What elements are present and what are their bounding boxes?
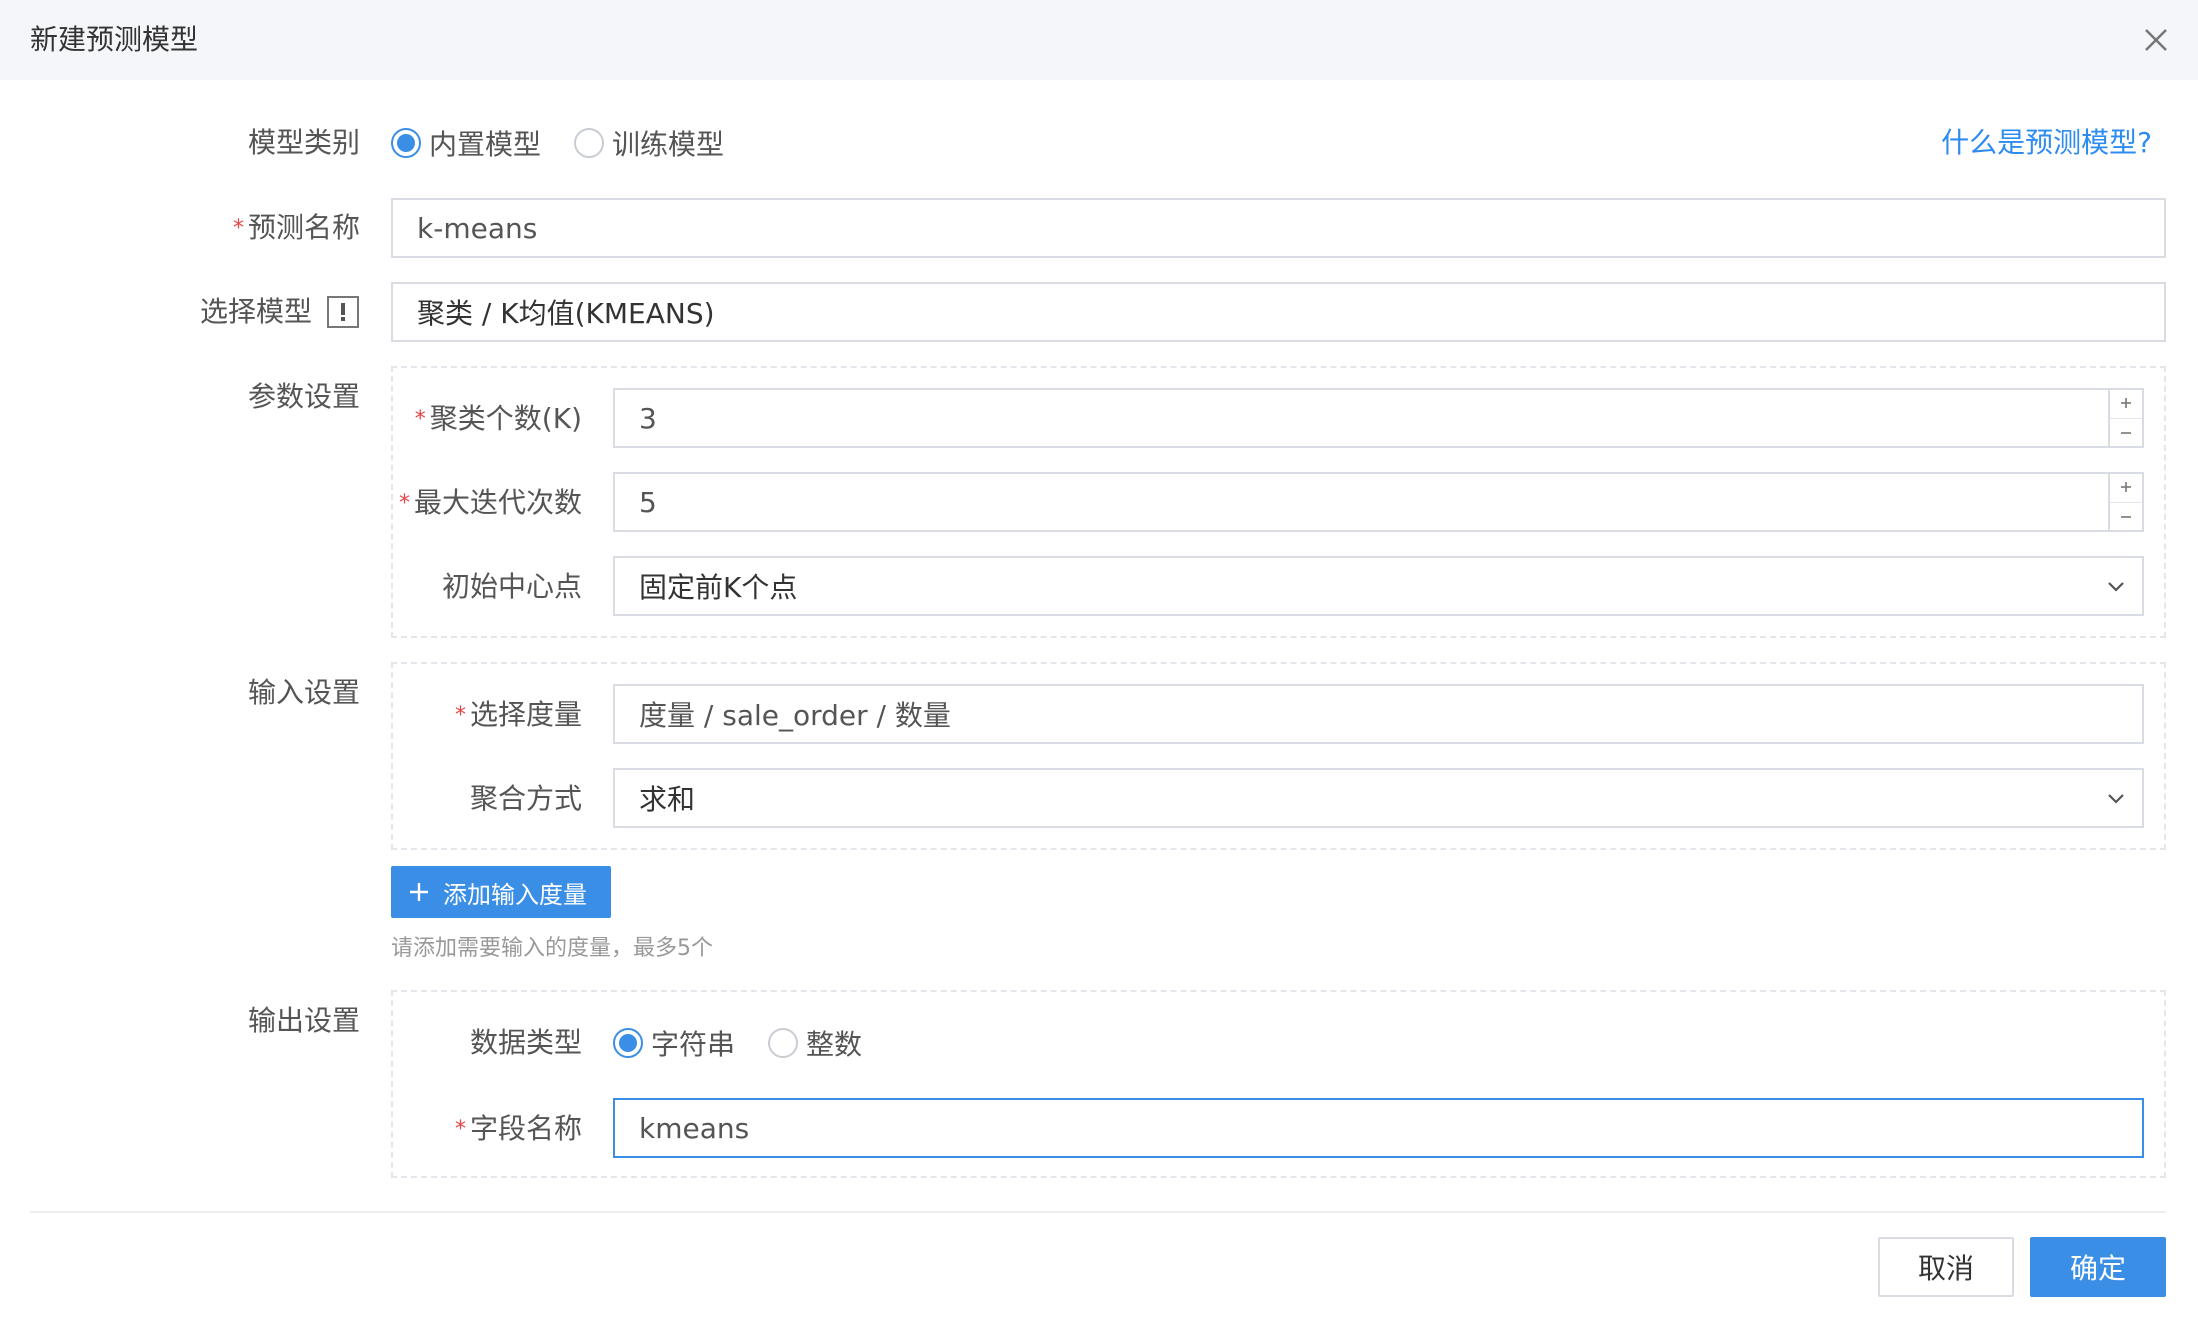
aggregation-label: 聚合方式 — [469, 782, 582, 815]
field-name-label-text: 字段名称 — [469, 1112, 582, 1145]
radio-integer[interactable]: 整数 — [768, 1023, 862, 1063]
minus-icon — [2121, 515, 2131, 518]
add-measure-hint: 请添加需要输入的度量，最多5个 — [391, 936, 713, 961]
increment-button[interactable] — [2110, 473, 2142, 503]
cluster-count-input[interactable]: 3 — [613, 388, 2144, 448]
decrement-button[interactable] — [2110, 419, 2142, 448]
plus-icon — [2121, 398, 2131, 409]
plus-icon — [410, 883, 428, 901]
radio-unchecked-icon — [768, 1028, 798, 1058]
add-input-measure-button[interactable]: 添加输入度量 — [391, 866, 611, 918]
max-iterations-label-text: 最大迭代次数 — [413, 486, 582, 519]
select-model-label: 选择模型 — [199, 295, 312, 328]
field-name-input[interactable]: kmeans — [613, 1098, 2144, 1158]
prediction-name-label-text: 预测名称 — [247, 211, 360, 244]
cluster-count-label-text: 聚类个数(K) — [429, 402, 582, 435]
model-type-label: 模型类别 — [247, 126, 360, 159]
minus-icon — [2121, 431, 2131, 434]
radio-string-label: 字符串 — [651, 1028, 736, 1061]
params-label: 参数设置 — [247, 380, 360, 413]
aggregation-value: 求和 — [639, 783, 696, 816]
add-input-measure-label: 添加输入度量 — [443, 880, 587, 909]
close-icon — [2145, 29, 2167, 51]
radio-trained-model-label: 训练模型 — [612, 128, 725, 161]
prediction-name-label: * 预测名称 — [232, 211, 360, 244]
max-iterations-stepper — [2108, 473, 2142, 531]
cluster-count-value: 3 — [639, 401, 657, 435]
radio-checked-icon — [613, 1028, 643, 1058]
select-measure-label: * 选择度量 — [454, 698, 582, 731]
aggregation-select[interactable]: 求和 — [613, 768, 2144, 828]
dialog-title: 新建预测模型 — [30, 23, 199, 56]
plus-icon — [2121, 482, 2131, 493]
select-model-field[interactable]: 聚类 / K均值(KMEANS) — [391, 282, 2166, 342]
radio-integer-label: 整数 — [806, 1028, 863, 1061]
cluster-count-stepper — [2108, 389, 2142, 447]
exclamation-icon[interactable] — [327, 296, 359, 328]
initial-centers-select[interactable]: 固定前K个点 — [613, 556, 2144, 616]
select-measure-field[interactable]: 度量 / sale_order / 数量 — [613, 684, 2144, 744]
radio-unchecked-icon — [574, 128, 604, 158]
radio-trained-model[interactable]: 训练模型 — [574, 123, 724, 163]
radio-string[interactable]: 字符串 — [613, 1023, 735, 1063]
data-type-label: 数据类型 — [469, 1026, 582, 1059]
dialog-header — [0, 0, 2198, 80]
select-measure-label-text: 选择度量 — [469, 698, 582, 731]
radio-builtin-model[interactable]: 内置模型 — [391, 123, 541, 163]
radio-checked-icon — [391, 128, 421, 158]
prediction-name-input[interactable]: k-means — [391, 198, 2166, 258]
radio-builtin-model-label: 内置模型 — [429, 128, 542, 161]
cluster-count-label: * 聚类个数(K) — [414, 402, 582, 435]
output-settings-label: 输出设置 — [247, 1004, 360, 1037]
initial-centers-label: 初始中心点 — [441, 570, 582, 603]
footer-divider — [30, 1211, 2166, 1213]
decrement-button[interactable] — [2110, 503, 2142, 532]
initial-centers-value: 固定前K个点 — [639, 571, 798, 604]
max-iterations-input[interactable]: 5 — [613, 472, 2144, 532]
max-iterations-label: * 最大迭代次数 — [398, 486, 582, 519]
chevron-down-icon — [2108, 582, 2124, 592]
increment-button[interactable] — [2110, 389, 2142, 419]
input-settings-label: 输入设置 — [247, 676, 360, 709]
close-button[interactable] — [2134, 18, 2178, 62]
cancel-button[interactable]: 取消 — [1878, 1237, 2014, 1297]
field-name-label: * 字段名称 — [454, 1112, 582, 1145]
chevron-down-icon — [2108, 794, 2124, 804]
max-iterations-value: 5 — [639, 485, 657, 519]
confirm-button[interactable]: 确定 — [2030, 1237, 2166, 1297]
what-is-prediction-model-link[interactable]: 什么是预测模型? — [1860, 123, 2152, 163]
